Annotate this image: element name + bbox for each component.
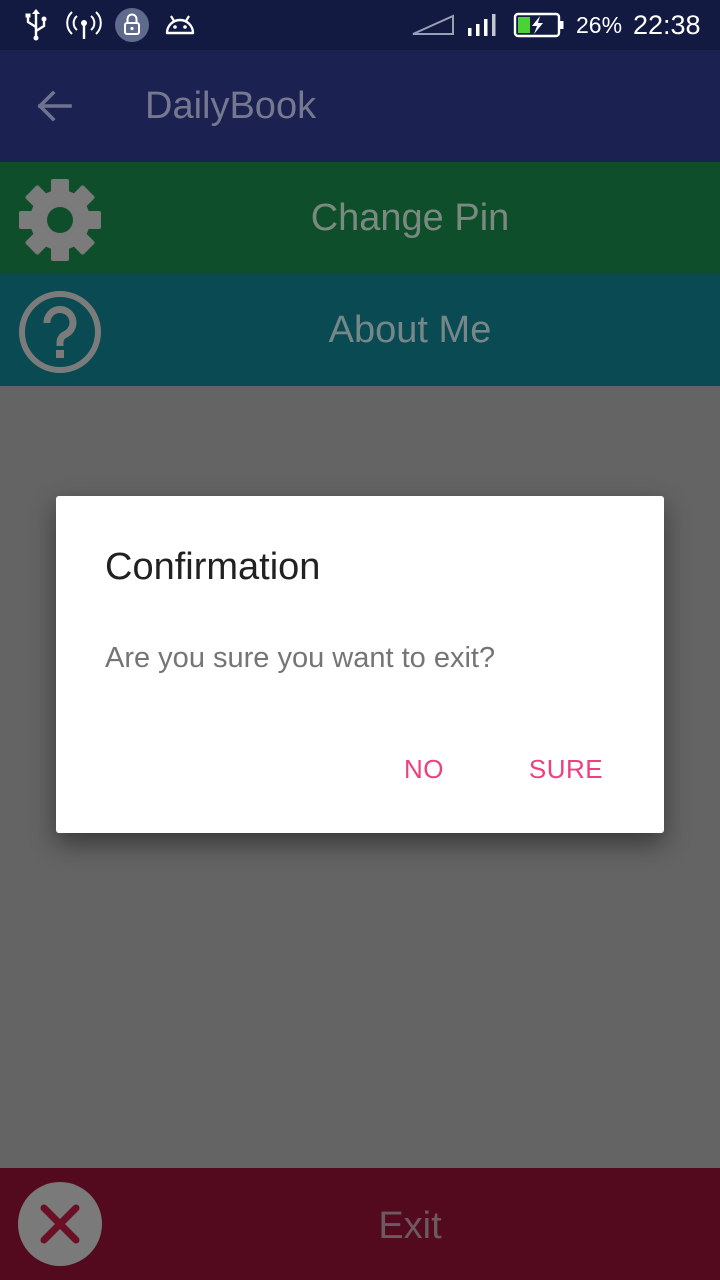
vpn-lock-icon xyxy=(114,8,150,42)
app-title: DailyBook xyxy=(145,85,317,127)
signal-bars-icon xyxy=(464,8,500,42)
no-signal-icon xyxy=(410,8,456,42)
dialog-message: Are you sure you want to exit? xyxy=(105,642,496,674)
exit-button[interactable]: Exit xyxy=(0,1168,720,1280)
app-bar: DailyBook xyxy=(0,50,720,162)
android-debug-icon xyxy=(162,8,198,42)
gear-icon xyxy=(16,176,104,264)
menu-item-label: Change Pin xyxy=(310,197,510,239)
sure-button[interactable]: SURE xyxy=(526,744,606,794)
no-button[interactable]: NO xyxy=(392,744,456,794)
confirmation-dialog: Confirmation Are you sure you want to ex… xyxy=(56,496,664,833)
close-icon xyxy=(18,1182,102,1266)
hotspot-icon xyxy=(64,8,104,42)
help-circle-icon xyxy=(16,288,104,376)
usb-icon xyxy=(20,8,52,42)
status-bar: 26% 22:38 xyxy=(0,0,720,50)
menu-item-about-me[interactable]: About Me xyxy=(0,274,720,386)
menu-item-change-pin[interactable]: Change Pin xyxy=(0,162,720,274)
status-time: 22:38 xyxy=(633,10,701,40)
exit-label: Exit xyxy=(378,1205,442,1247)
menu-item-label: About Me xyxy=(328,309,492,351)
back-button[interactable] xyxy=(22,74,86,138)
arrow-back-icon xyxy=(37,90,72,122)
battery-percent: 26% xyxy=(576,12,623,38)
screen: 26% 22:38 DailyBook Change Pin About Me … xyxy=(0,0,720,1280)
dialog-title: Confirmation xyxy=(105,546,321,588)
battery-charging-icon xyxy=(512,8,566,42)
